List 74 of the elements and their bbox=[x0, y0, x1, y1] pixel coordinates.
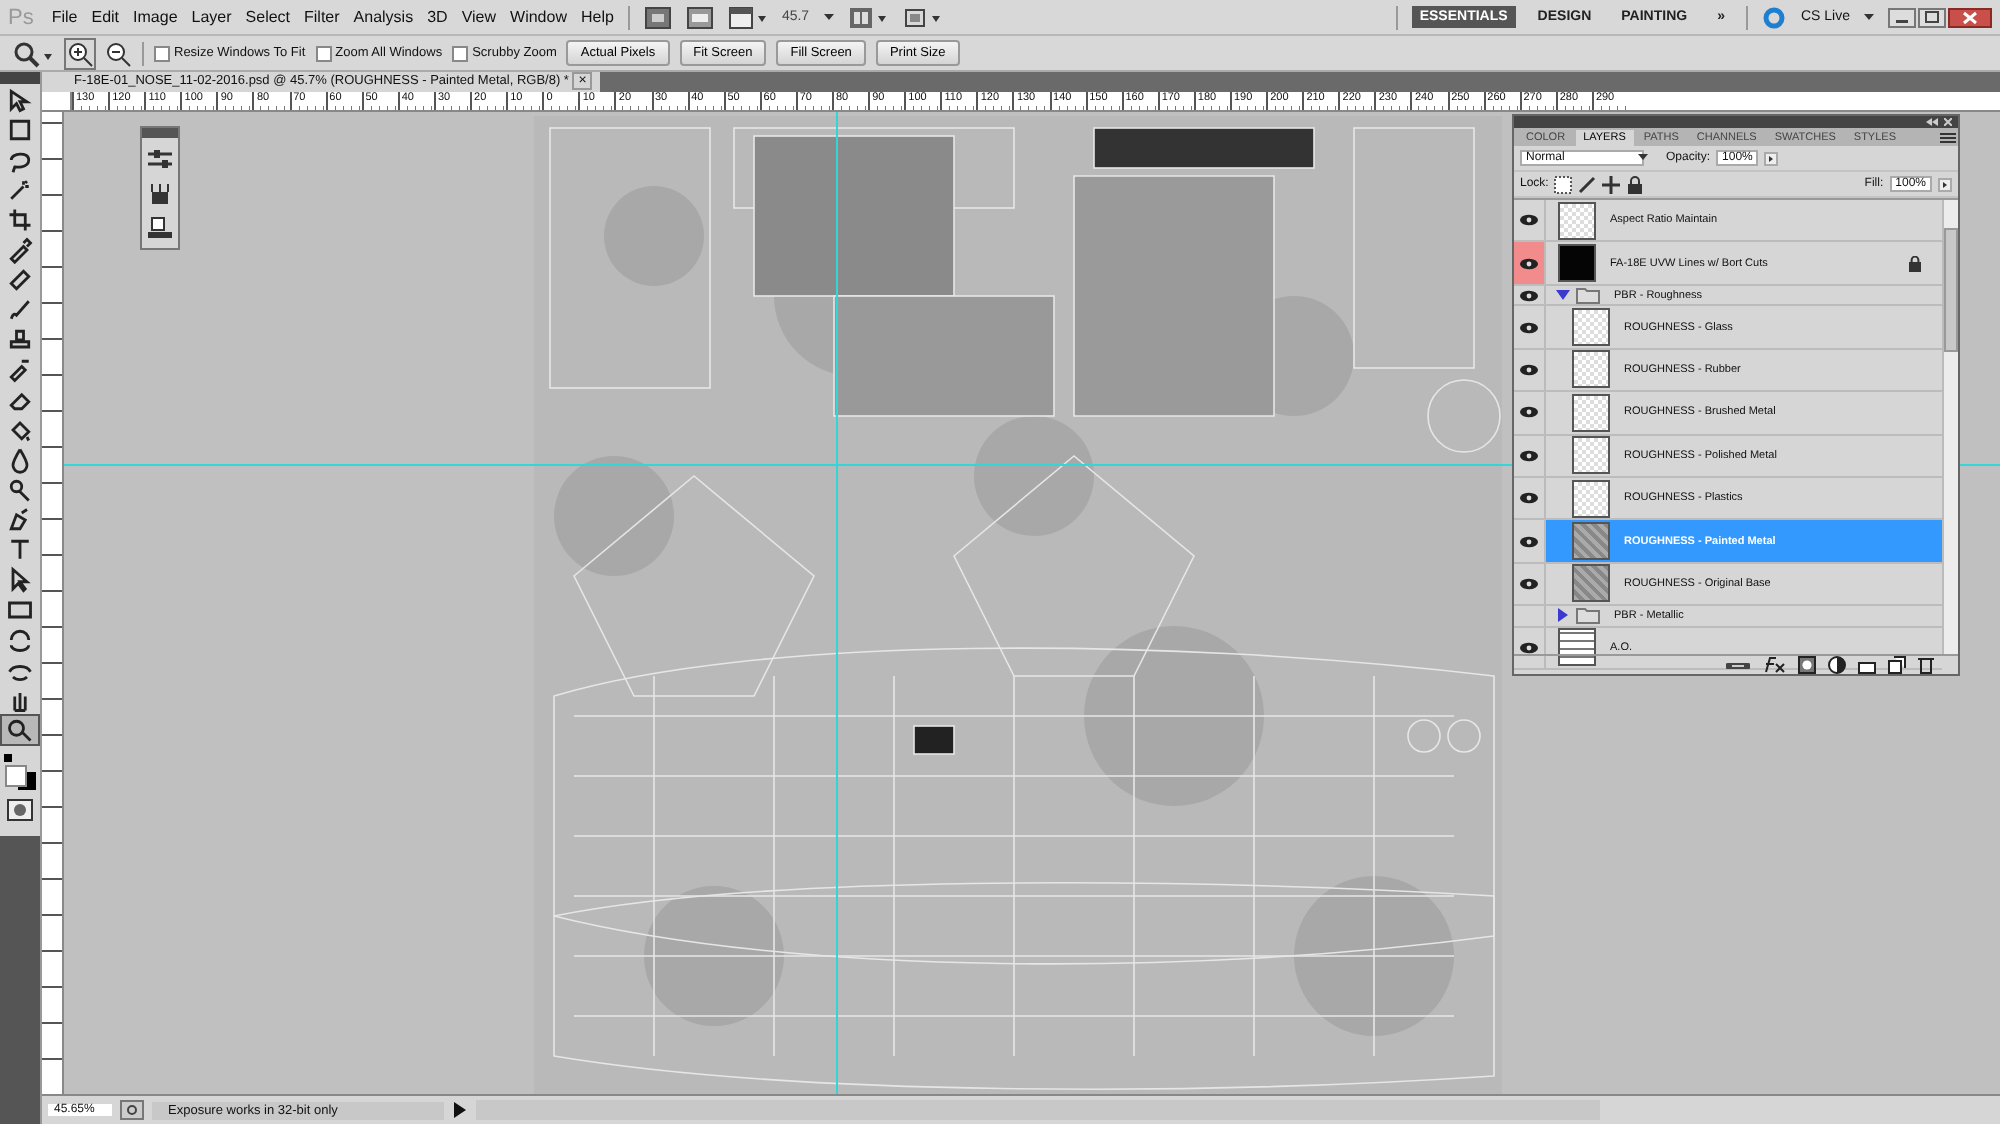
panel-menu-icon[interactable] bbox=[1938, 130, 1958, 146]
visibility-eye-icon[interactable] bbox=[1520, 492, 1538, 505]
menu-item[interactable]: Window bbox=[510, 8, 567, 26]
trash-icon[interactable] bbox=[1918, 656, 1934, 674]
lock-all-icon[interactable] bbox=[1626, 175, 1645, 193]
bridge-icon[interactable] bbox=[643, 5, 672, 29]
lock-transparency-icon[interactable] bbox=[1554, 175, 1573, 193]
adjustment-icon[interactable] bbox=[1828, 656, 1846, 674]
scrollbar[interactable] bbox=[1942, 200, 1958, 654]
layer-thumbnail bbox=[1572, 350, 1610, 389]
new-group-icon[interactable] bbox=[1858, 657, 1876, 673]
layer-thumbnail bbox=[1572, 393, 1610, 432]
restore-icon[interactable] bbox=[1918, 7, 1946, 27]
minimize-icon[interactable] bbox=[1888, 7, 1916, 27]
dropdown-caret-icon[interactable] bbox=[823, 13, 834, 21]
visibility-eye-icon[interactable] bbox=[1520, 257, 1538, 270]
mini-bridge-icon[interactable] bbox=[685, 5, 714, 29]
cs-live-icon bbox=[1762, 5, 1787, 29]
shape-tool-icon[interactable] bbox=[2, 596, 38, 624]
expanded-caret-icon[interactable] bbox=[1556, 288, 1570, 303]
zoom-out-icon[interactable] bbox=[104, 39, 132, 67]
link-icon[interactable] bbox=[1726, 657, 1750, 673]
visibility-eye-icon[interactable] bbox=[1520, 406, 1538, 419]
collapsed-caret-icon[interactable] bbox=[1556, 608, 1570, 623]
menu-item[interactable]: Select bbox=[245, 8, 291, 26]
zoom-tool-icon[interactable] bbox=[2, 716, 38, 744]
layer-thumbnail bbox=[1558, 628, 1596, 667]
visibility-eye-icon[interactable] bbox=[1520, 289, 1538, 302]
view-extras-icon[interactable] bbox=[727, 5, 768, 29]
menu-item[interactable]: Image bbox=[133, 8, 178, 26]
menu-item[interactable]: Analysis bbox=[353, 8, 414, 26]
menu-item[interactable]: 3D bbox=[427, 8, 448, 26]
menu-item[interactable]: Edit bbox=[91, 8, 120, 26]
lock-position-icon[interactable] bbox=[1602, 175, 1621, 193]
clone-source-icon[interactable] bbox=[146, 216, 174, 240]
visibility-eye-icon[interactable] bbox=[1520, 449, 1538, 462]
menu-item[interactable]: Layer bbox=[191, 8, 232, 26]
new-layer-icon[interactable] bbox=[1888, 656, 1906, 674]
lock-pixels-icon[interactable] bbox=[1578, 175, 1597, 193]
layer-thumbnail bbox=[1572, 479, 1610, 518]
close-icon[interactable] bbox=[1948, 7, 1992, 27]
visibility-eye-icon[interactable] bbox=[1520, 363, 1538, 376]
layer-thumbnail bbox=[1572, 436, 1610, 475]
sliders-icon[interactable] bbox=[146, 148, 174, 172]
visibility-eye-icon[interactable] bbox=[1520, 641, 1538, 654]
color-swatches-icon[interactable] bbox=[2, 752, 38, 796]
layer-thumbnail bbox=[1572, 564, 1610, 603]
quick-mask-icon[interactable] bbox=[4, 798, 36, 822]
visibility-eye-icon[interactable] bbox=[1520, 577, 1538, 590]
status-info-icon[interactable] bbox=[120, 1100, 144, 1120]
screen-mode-icon[interactable] bbox=[901, 5, 942, 29]
zoom-in-icon[interactable] bbox=[66, 39, 94, 67]
arrange-documents-icon[interactable] bbox=[847, 5, 888, 29]
zoom-tool-icon[interactable] bbox=[12, 39, 56, 67]
dropdown-caret-icon[interactable] bbox=[1638, 154, 1648, 162]
layer-thumbnail bbox=[1572, 308, 1610, 347]
visibility-eye-icon[interactable] bbox=[1520, 214, 1538, 227]
opacity-arrow-icon[interactable] bbox=[1764, 151, 1779, 165]
menu-item[interactable]: Filter bbox=[304, 8, 340, 26]
fx-icon[interactable] bbox=[1762, 656, 1786, 674]
status-menu-arrow-icon[interactable] bbox=[452, 1100, 468, 1120]
layer-thumbnail bbox=[1572, 522, 1610, 561]
visibility-eye-icon[interactable] bbox=[1520, 321, 1538, 334]
layer-thumbnail bbox=[1558, 244, 1596, 283]
brush-preset-icon[interactable] bbox=[146, 182, 174, 206]
layer-thumbnail bbox=[1558, 201, 1596, 240]
fill-arrow-icon[interactable] bbox=[1938, 177, 1952, 191]
app-logo: Ps bbox=[8, 5, 34, 29]
mask-icon[interactable] bbox=[1798, 656, 1816, 674]
menu-item[interactable]: View bbox=[461, 8, 497, 26]
menu-item[interactable]: Help bbox=[580, 8, 614, 26]
visibility-eye-icon[interactable] bbox=[1520, 535, 1538, 548]
dropdown-caret-icon[interactable] bbox=[1864, 13, 1874, 21]
menu-item[interactable]: File bbox=[51, 8, 78, 26]
